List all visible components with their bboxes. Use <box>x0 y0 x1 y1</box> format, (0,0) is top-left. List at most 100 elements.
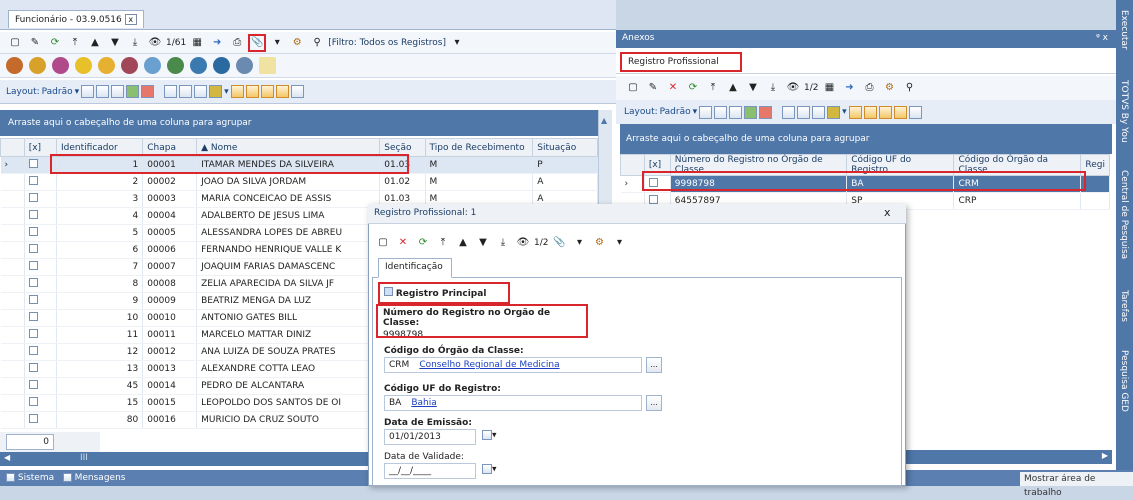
checkbox-icon[interactable] <box>28 346 38 355</box>
new-icon[interactable]: ▢ <box>8 36 22 50</box>
group-icon[interactable] <box>52 57 69 74</box>
column-header[interactable]: Tipo de Recebimento <box>424 138 534 157</box>
data-validade-input[interactable]: __/__/____ <box>384 463 476 479</box>
row-checkbox[interactable] <box>24 377 58 395</box>
row-checkbox[interactable] <box>24 190 58 208</box>
row-checkbox[interactable] <box>24 326 58 344</box>
users-icon[interactable] <box>190 57 207 74</box>
column-header[interactable]: ▲ Nome <box>196 138 381 157</box>
view-option-icon[interactable] <box>878 105 892 119</box>
document-tab[interactable]: Funcionário - 03.9.0516 x <box>8 10 144 28</box>
data-emissao-input[interactable]: 01/01/2013 <box>384 429 476 445</box>
checkbox-checked-icon[interactable] <box>384 287 393 296</box>
checkbox-icon[interactable] <box>648 195 658 204</box>
delete-icon[interactable]: ✕ <box>396 236 410 250</box>
checkbox-icon[interactable] <box>28 312 38 321</box>
view-option-icon[interactable] <box>230 85 244 98</box>
checkbox-icon[interactable] <box>28 176 38 185</box>
row-checkbox[interactable] <box>24 394 58 412</box>
row-checkbox[interactable] <box>24 224 58 242</box>
last-record-icon[interactable]: ⤓ <box>766 81 780 95</box>
funnel-icon[interactable]: ⚲ <box>902 81 916 95</box>
column-header[interactable]: Situação <box>532 138 598 157</box>
status-sistema[interactable]: Sistema <box>18 473 54 483</box>
close-tab-icon[interactable]: x <box>124 14 137 25</box>
checkbox-icon[interactable] <box>28 363 38 372</box>
view-option-icon[interactable] <box>848 105 862 119</box>
layout-dropdown[interactable]: Padrão <box>42 87 73 97</box>
process-icon[interactable]: ➜ <box>842 81 856 95</box>
money-icon[interactable] <box>29 57 46 74</box>
column-header[interactable]: [x] <box>23 138 58 157</box>
binoculars-icon[interactable]: 👁 <box>148 36 162 50</box>
close-icon[interactable]: x <box>884 206 891 219</box>
column-header[interactable]: Identificador <box>56 138 144 157</box>
checkbox-icon[interactable] <box>28 278 38 287</box>
uf-lookup-button[interactable]: ... <box>646 395 662 411</box>
actions-dropdown-icon[interactable]: ▾ <box>612 236 626 250</box>
refresh-icon[interactable]: ⟳ <box>416 236 430 250</box>
layout-save-icon[interactable] <box>744 105 758 119</box>
attachment-dropdown-icon[interactable]: ▾ <box>572 236 586 250</box>
calendar-dropdown-icon[interactable]: ▾ <box>482 430 497 441</box>
checkbox-icon[interactable] <box>28 244 38 253</box>
layout-option-icon[interactable] <box>797 105 811 119</box>
checkbox-icon[interactable] <box>28 159 38 168</box>
first-record-icon[interactable]: ⤒ <box>706 81 720 95</box>
process-icon[interactable]: ➜ <box>210 36 224 50</box>
print-icon[interactable]: ⎙ <box>862 81 876 95</box>
actions-icon[interactable]: ⚙ <box>882 81 896 95</box>
layout-dropdown[interactable]: Padrão <box>660 107 691 117</box>
view-option-icon[interactable] <box>245 85 259 98</box>
layout-option-icon[interactable] <box>194 85 208 98</box>
layout-dropdown-icon[interactable]: ▾ <box>693 107 698 117</box>
checkbox-icon[interactable] <box>28 329 38 338</box>
group-by-area[interactable]: Arraste aqui o cabeçalho de uma coluna p… <box>0 110 608 136</box>
layout-option-icon[interactable] <box>782 105 796 119</box>
layout-option-icon[interactable] <box>812 105 826 119</box>
row-checkbox[interactable] <box>24 292 58 310</box>
document-icon[interactable] <box>144 57 161 74</box>
contacts-icon[interactable] <box>236 57 253 74</box>
layout-save-icon[interactable] <box>126 85 140 98</box>
layout-option-icon[interactable] <box>81 85 95 98</box>
first-record-icon[interactable]: ⤒ <box>436 236 450 250</box>
sidebar-item-tarefas[interactable]: Tarefas <box>1119 290 1129 322</box>
layout-delete-icon[interactable] <box>141 85 155 98</box>
tab-registro-profissional[interactable]: Registro Profissional <box>620 52 742 72</box>
new-icon[interactable]: ▢ <box>626 81 640 95</box>
checkbox-icon[interactable] <box>28 227 38 236</box>
row-checkbox[interactable] <box>24 275 58 293</box>
layout-option-icon[interactable] <box>96 85 110 98</box>
calendar-dropdown-icon[interactable]: ▾ <box>482 464 497 475</box>
layout-option-icon[interactable] <box>111 85 125 98</box>
group-by-area[interactable]: Arraste aqui o cabeçalho de uma coluna p… <box>620 124 1112 154</box>
sidebar-item-executar[interactable]: Executar <box>1119 10 1129 50</box>
column-header[interactable]: Chapa <box>142 138 198 157</box>
row-checkbox[interactable] <box>24 173 58 191</box>
filter-label[interactable]: [Filtro: Todos os Registros] <box>328 38 446 48</box>
table-row[interactable]: 2 00002 JOAO DA SILVA JORDAM 01.02 M A <box>0 173 598 191</box>
layout-delete-icon[interactable] <box>759 105 773 119</box>
row-checkbox[interactable] <box>24 258 58 276</box>
grid-icon[interactable]: ▦ <box>190 36 204 50</box>
row-checkbox[interactable] <box>24 309 58 327</box>
layout-option-icon[interactable] <box>699 105 713 119</box>
text-option-icon[interactable] <box>908 105 922 119</box>
checkbox-icon[interactable] <box>28 210 38 219</box>
view-option-icon[interactable] <box>260 85 274 98</box>
registro-principal-checkbox[interactable]: Registro Principal <box>378 282 510 304</box>
star-icon[interactable] <box>75 57 92 74</box>
orgao-classe-field[interactable]: CRM Conselho Regional de Medicina <box>384 357 642 373</box>
text-option-icon[interactable] <box>290 85 304 98</box>
last-record-icon[interactable]: ⤓ <box>496 236 510 250</box>
attachment-icon[interactable]: 📎 <box>248 33 267 52</box>
checkbox-icon[interactable] <box>28 380 38 389</box>
row-checkbox[interactable] <box>24 207 58 225</box>
history-icon[interactable] <box>213 57 230 74</box>
status-mensagens[interactable]: Mensagens <box>75 473 126 483</box>
actions-icon[interactable]: ⚙ <box>592 236 606 250</box>
chart-dropdown-icon[interactable]: ▾ <box>224 87 229 97</box>
next-record-icon[interactable]: ▼ <box>108 36 122 50</box>
orgao-classe-link[interactable]: Conselho Regional de Medicina <box>419 359 559 371</box>
